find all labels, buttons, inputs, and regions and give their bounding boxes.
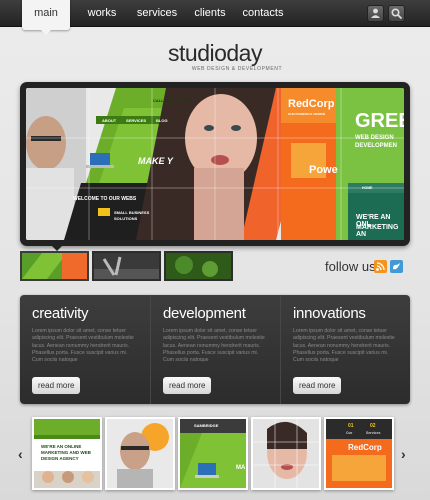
twitter-icon[interactable] [390, 260, 403, 273]
read-more-button[interactable]: read more [32, 377, 81, 394]
slider-text-callnow: CALL NOW + 1-800- [153, 98, 191, 103]
slider-thumb-1[interactable] [20, 251, 89, 281]
slider-text-marketing: MARKETING AN [356, 224, 399, 238]
feature-title: creativity [32, 305, 89, 322]
feature-text: Lorem ipsum dolor sit amet, conse tetuer… [32, 328, 134, 364]
slider-text-gree: GREE [355, 110, 404, 132]
card-title: RedCorp [348, 443, 382, 452]
slider-text-solutions: SMALL BUSINESS SOLUTIONS [114, 210, 150, 221]
card-text: SAMBRIDGE [194, 423, 219, 428]
slider-text-webdev: WEB DESIGN DEVELOPMEN [355, 135, 398, 149]
feature-innovations: innovations Lorem ipsum dolor sit amet, … [280, 295, 410, 404]
slider-thumb-2[interactable] [92, 251, 161, 281]
nav-works[interactable]: works [82, 0, 122, 27]
logo[interactable]: studioday [0, 40, 430, 67]
slider-text-welcome: WELCOME TO OUR WEBS [73, 196, 137, 202]
slider-text-redcorp: RedCorp [288, 98, 335, 110]
rss-icon[interactable] [374, 260, 387, 273]
read-more-button[interactable]: read more [163, 377, 212, 394]
nav-main[interactable]: main [22, 0, 70, 35]
card-text: Our [346, 431, 353, 435]
feature-text: Lorem ipsum dolor sit amet, conse tetuer… [163, 328, 265, 364]
slider-text-power: Powe [309, 164, 338, 176]
nav-contacts[interactable]: contacts [238, 0, 288, 27]
card-text: Services [366, 431, 381, 435]
slider: CALL NOW + 1-800- ABOUT SERVICES BLOG MA… [20, 82, 410, 246]
card-text: MA [236, 465, 246, 471]
feature-development: development Lorem ipsum dolor sit amet, … [150, 295, 280, 404]
read-more-button[interactable]: read more [293, 377, 342, 394]
nav-services[interactable]: services [132, 0, 182, 27]
feature-title: development [163, 305, 246, 322]
slider-thumb-3[interactable] [164, 251, 233, 281]
carousel-prev-arrow[interactable]: ‹ [18, 446, 23, 462]
feature-creativity: creativity Lorem ipsum dolor sit amet, c… [20, 295, 150, 404]
carousel-card-3[interactable]: SAMBRIDGE MA [178, 417, 248, 490]
card-text: WE'RE AN ONLINE MARKETING AND WEB DESIGN… [41, 444, 91, 461]
carousel-card-4[interactable] [251, 417, 321, 490]
tagline: WEB DESIGN & DEVELOPMENT [191, 66, 283, 72]
carousel-next-arrow[interactable]: › [401, 446, 406, 462]
slider-artwork [26, 88, 404, 240]
carousel-card-5[interactable]: 01 02 Our Services RedCorp [324, 417, 394, 490]
features-panel: creativity Lorem ipsum dolor sit amet, c… [20, 295, 410, 404]
card-text: 02 [370, 423, 376, 429]
follow-us-label: follow us [325, 259, 376, 274]
search-icon[interactable] [388, 5, 405, 22]
nav-clients[interactable]: clients [190, 0, 230, 27]
slider-image[interactable]: CALL NOW + 1-800- ABOUT SERVICES BLOG MA… [26, 88, 404, 240]
carousel-card-1[interactable]: WE'RE AN ONLINE MARKETING AND WEB DESIGN… [32, 417, 102, 490]
slider-text-about: ABOUT [102, 118, 117, 123]
slider-text-services: SERVICES [126, 118, 147, 123]
slider-text-redcorp-sub: OUR POWERFUL DESIGN [288, 112, 325, 116]
feature-title: innovations [293, 305, 366, 322]
feature-text: Lorem ipsum dolor sit amet, conse tetuer… [293, 328, 395, 364]
slider-text-home: HOME [362, 186, 373, 190]
carousel-card-2[interactable] [105, 417, 175, 490]
user-icon[interactable] [367, 5, 384, 22]
top-navigation: main works services clients contacts [0, 0, 430, 35]
slider-text-blog: BLOG [156, 118, 168, 123]
card-text: 01 [348, 423, 354, 429]
slider-text-make: MAKE Y [138, 156, 173, 166]
